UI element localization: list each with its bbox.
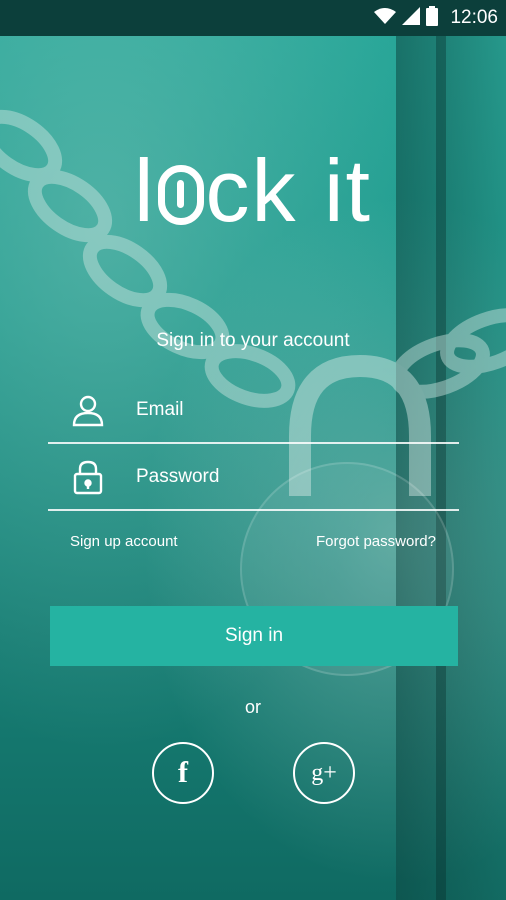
logo-lock-o-icon: [157, 165, 204, 225]
sign-up-link[interactable]: Sign up account: [70, 533, 178, 550]
password-input[interactable]: [134, 465, 418, 489]
wifi-icon: [374, 7, 397, 29]
email-field-row: [48, 378, 459, 444]
logo-text-end: ck it: [205, 141, 372, 240]
facebook-icon: f: [178, 756, 188, 789]
status-bar: 12:06: [0, 0, 506, 36]
app-logo: l ck it: [0, 140, 506, 242]
clock-time: 12:06: [450, 7, 498, 28]
facebook-login-button[interactable]: f: [152, 742, 214, 804]
signal-icon: [402, 7, 421, 29]
account-links: Sign up account Forgot password?: [70, 533, 436, 550]
sign-in-button[interactable]: Sign in: [50, 606, 458, 666]
or-divider-text: or: [244, 697, 261, 717]
logo-text-start: l: [133, 141, 156, 240]
battery-icon: [426, 6, 439, 30]
lock-icon: [68, 457, 108, 497]
user-icon: [68, 390, 108, 430]
password-field-row: [48, 445, 459, 511]
email-input[interactable]: [134, 398, 418, 422]
google-plus-login-button[interactable]: g+: [293, 742, 355, 804]
login-screen: 12:06 l ck it Sign in to your account Em…: [0, 0, 506, 900]
forgot-password-link[interactable]: Forgot password?: [316, 533, 436, 550]
google-plus-icon: g+: [311, 759, 337, 786]
sign-in-subtitle: Sign in to your account: [156, 330, 350, 351]
